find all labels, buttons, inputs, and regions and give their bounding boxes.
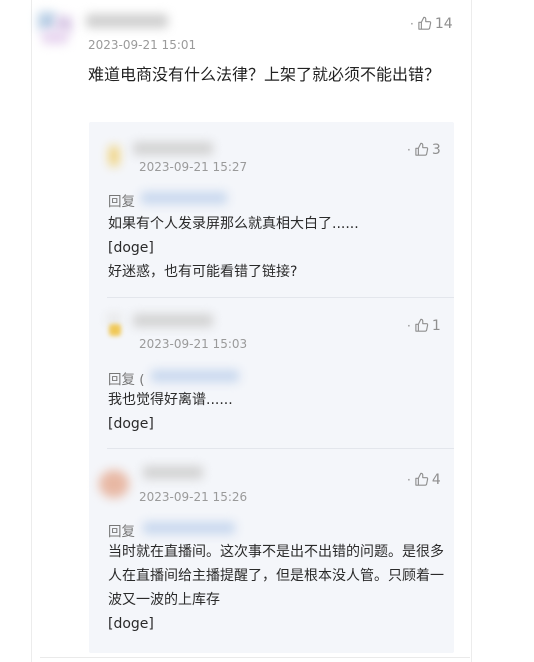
reply-time: 2023-09-21 15:03: [139, 337, 248, 351]
thumbs-up-icon: [417, 16, 432, 31]
thumbs-up-icon: [414, 318, 429, 333]
page-border-left: [31, 0, 32, 662]
like-count: 1: [431, 317, 441, 334]
dot-separator: ·: [407, 472, 411, 487]
like-count: 14: [434, 15, 453, 32]
reply-time: 2023-09-21 15:27: [139, 160, 248, 174]
reply-to-user-blurred[interactable]: [143, 522, 235, 534]
page-border-right: [471, 0, 472, 662]
like-button[interactable]: · 1: [407, 318, 441, 333]
reply-to-user-blurred[interactable]: [141, 192, 227, 204]
bottom-divider: [40, 657, 470, 658]
username-blurred[interactable]: [133, 142, 213, 155]
reply-to-label: 回复: [108, 194, 135, 210]
like-button[interactable]: · 3: [407, 142, 441, 157]
replies-panel: 2023-09-21 15:27 · 3 回复 如果有个人发录屏那么就真相大白了…: [89, 122, 454, 653]
reply-line: 如果有个人发录屏那么就真相大白了......: [108, 216, 359, 232]
reply-time: 2023-09-21 15:26: [139, 490, 248, 504]
avatar[interactable]: [107, 314, 127, 340]
reply-text: 我也觉得好离谱...... [doge]: [108, 388, 448, 436]
like-button[interactable]: · 4: [407, 472, 441, 487]
reply-line: 当时就在直播间。这次事不是出不出错的问题。是很多人在直播间给主播提醒了，但是根本…: [108, 544, 444, 608]
like-count: 3: [431, 141, 441, 158]
reply-line: [doge]: [108, 416, 154, 432]
avatar[interactable]: [109, 146, 119, 166]
comment-time: 2023-09-21 15:01: [88, 38, 197, 52]
dot-separator: ·: [407, 318, 411, 333]
reply-line: 我也觉得好离谱......: [108, 392, 233, 408]
dot-separator: ·: [410, 16, 414, 31]
comment-text: 难道电商没有什么法律？上架了就必须不能出错？: [88, 65, 441, 84]
username-blurred[interactable]: [86, 14, 168, 28]
reply-divider: [107, 297, 454, 298]
like-button[interactable]: · 14: [410, 16, 453, 31]
avatar[interactable]: [97, 466, 133, 502]
reply-to-user-blurred[interactable]: [151, 370, 239, 382]
reply-to-label: 回复 (: [108, 372, 145, 388]
thumbs-up-icon: [414, 472, 429, 487]
reply-text: 当时就在直播间。这次事不是出不出错的问题。是很多人在直播间给主播提醒了，但是根本…: [108, 540, 448, 636]
dot-separator: ·: [407, 142, 411, 157]
reply-divider: [107, 448, 454, 449]
reply-text: 如果有个人发录屏那么就真相大白了...... [doge] 好迷惑，也有可能看错…: [108, 212, 448, 284]
reply-line: 好迷惑，也有可能看错了链接?: [108, 264, 298, 280]
reply-line: [doge]: [108, 240, 154, 256]
reply-line: [doge]: [108, 616, 154, 632]
avatar[interactable]: [36, 10, 76, 48]
username-blurred[interactable]: [143, 466, 203, 479]
username-blurred[interactable]: [133, 314, 213, 327]
reply-to-label: 回复: [108, 524, 135, 540]
like-count: 4: [431, 471, 441, 488]
thumbs-up-icon: [414, 142, 429, 157]
